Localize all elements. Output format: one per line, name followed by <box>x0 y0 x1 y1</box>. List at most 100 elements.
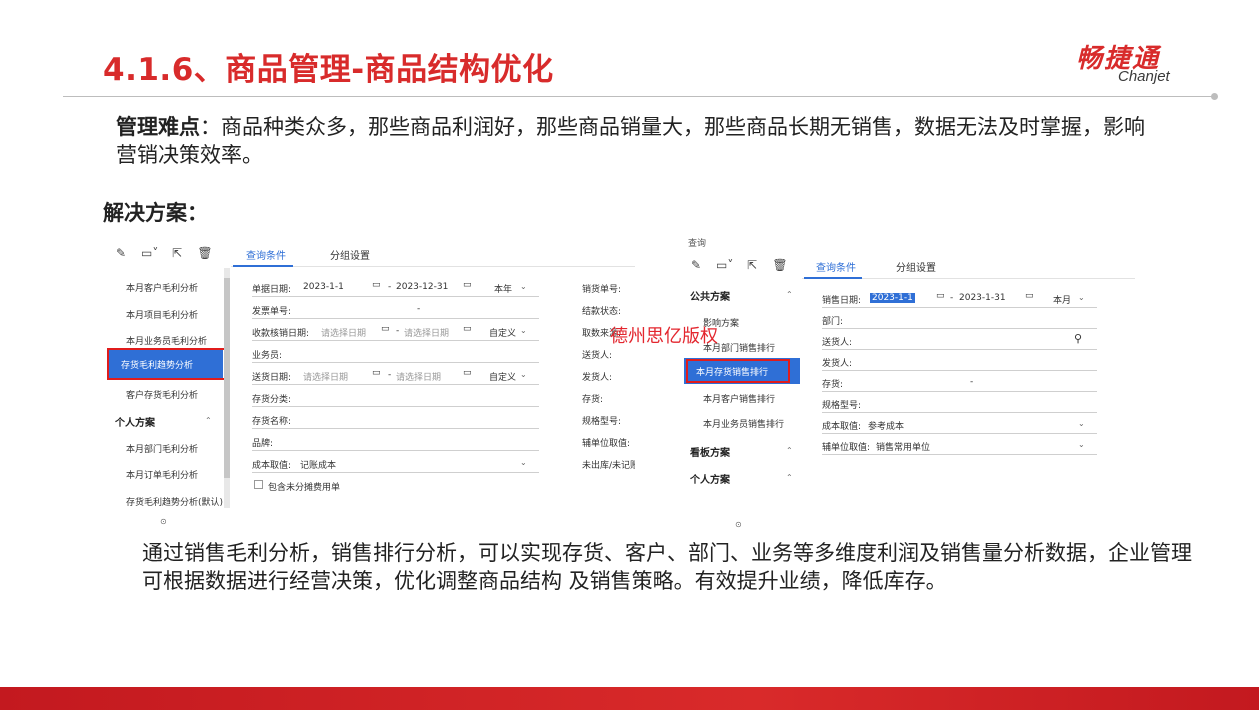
right-col-label: 存货: <box>582 395 604 405</box>
chevron-down-icon[interactable]: ⌄ <box>1078 440 1085 449</box>
collect-date-label: 收款核销日期: <box>252 329 310 339</box>
sidebar-item[interactable]: 客户存货毛利分析 <box>126 388 198 401</box>
right-col-label: 销货单号: <box>582 285 622 295</box>
deliverer-label: 送货人: <box>822 338 853 348</box>
sales-date-period[interactable]: 本月 <box>1053 293 1071 306</box>
search-icon[interactable]: ⚲ <box>1074 332 1082 345</box>
save-icon[interactable]: ▭˅ <box>716 258 733 272</box>
include-checkbox[interactable] <box>254 480 263 489</box>
inventory-label: 存货: <box>822 380 844 390</box>
field-underline <box>822 349 1097 350</box>
collect-date-from[interactable]: 请选择日期 <box>321 326 366 339</box>
tab-query[interactable]: 查询条件 <box>246 247 286 262</box>
calendar-icon[interactable]: ▭ <box>463 324 472 334</box>
sales-date-label: 销售日期: <box>822 296 862 306</box>
delivery-date-from[interactable]: 请选择日期 <box>303 370 348 383</box>
calendar-icon[interactable]: ▭ <box>463 280 472 290</box>
edit-icon[interactable]: ✎ <box>688 258 704 272</box>
chanjet-logo: 畅捷通 Chanjet <box>1072 38 1212 88</box>
right-col-label: 发货人: <box>582 373 613 383</box>
personal-plan-head[interactable]: 个人方案 <box>115 414 155 429</box>
chevron-down-icon[interactable]: ⌄ <box>1078 419 1085 428</box>
cost-value[interactable]: 参考成本 <box>868 419 904 432</box>
doc-date-to[interactable]: 2023-12-31 <box>396 282 448 292</box>
delivery-date-period[interactable]: 自定义 <box>489 370 516 383</box>
export-icon[interactable]: ⇱ <box>744 258 760 272</box>
panel-header-partial: 查询 <box>688 239 707 249</box>
personal-plan-head[interactable]: 个人方案 <box>690 471 730 486</box>
sidebar-item[interactable]: 本月业务员销售排行 <box>703 417 784 430</box>
doc-date-label: 单据日期: <box>252 285 292 295</box>
calendar-icon[interactable]: ▭ <box>372 368 381 378</box>
delivery-date-to[interactable]: 请选择日期 <box>396 370 441 383</box>
right-col-label: 规格型号: <box>582 417 622 427</box>
collect-date-period[interactable]: 自定义 <box>489 326 516 339</box>
sidebar-scroll-thumb[interactable] <box>224 278 230 478</box>
field-underline <box>822 307 1097 308</box>
collapse-bottom-icon[interactable]: ⊙ <box>735 520 742 529</box>
doc-date-from[interactable]: 2023-1-1 <box>303 282 344 292</box>
delete-icon[interactable]: 🗑 <box>772 258 788 272</box>
collapse-bottom-icon[interactable]: ⊙ <box>160 517 167 526</box>
tab-query[interactable]: 查询条件 <box>816 259 856 274</box>
board-plan-head[interactable]: 看板方案 <box>690 444 730 459</box>
collapse-icon[interactable]: ⌃ <box>205 416 212 425</box>
collect-date-sep: - <box>396 326 400 336</box>
calendar-icon[interactable]: ▭ <box>381 324 390 334</box>
sidebar-item[interactable]: 本月客户毛利分析 <box>126 281 198 294</box>
aux-value[interactable]: 销售常用单位 <box>876 440 930 453</box>
doc-date-period[interactable]: 本年 <box>494 282 512 295</box>
chevron-down-icon[interactable]: ⌄ <box>520 370 527 379</box>
sidebar-item[interactable]: 本月客户销售排行 <box>703 392 775 405</box>
header-divider <box>63 96 1213 97</box>
field-underline <box>822 370 1097 371</box>
sidebar-item[interactable]: 本月订单毛利分析 <box>126 468 198 481</box>
delivery-date-label: 送货日期: <box>252 373 292 383</box>
public-plan-head[interactable]: 公共方案 <box>690 288 730 303</box>
calendar-icon[interactable]: ▭ <box>1025 291 1034 301</box>
chevron-down-icon[interactable]: ⌄ <box>520 326 527 335</box>
cost-value[interactable]: 记账成本 <box>300 458 336 471</box>
calendar-icon[interactable]: ▭ <box>463 368 472 378</box>
delivery-date-sep: - <box>388 370 392 380</box>
sales-date-to[interactable]: 2023-1-31 <box>959 293 1006 303</box>
right-col-label: 未出库/未记账 <box>582 461 635 471</box>
collapse-icon[interactable]: ⌃ <box>786 290 793 299</box>
sidebar-item[interactable]: 本月业务员毛利分析 <box>126 334 207 347</box>
chevron-down-icon[interactable]: ⌄ <box>520 282 527 291</box>
salesman-label: 业务员: <box>252 351 283 361</box>
sales-date-from[interactable]: 2023-1-1 <box>870 293 915 303</box>
sidebar-item[interactable]: 存货毛利趋势分析(默认) <box>126 495 223 508</box>
field-underline <box>252 362 539 363</box>
inventory-name-label: 存货名称: <box>252 417 292 427</box>
field-underline <box>822 391 1097 392</box>
chevron-down-icon[interactable]: ⌄ <box>1078 293 1085 302</box>
calendar-icon[interactable]: ▭ <box>372 280 381 290</box>
export-icon[interactable]: ⇱ <box>169 246 185 260</box>
tab-group[interactable]: 分组设置 <box>896 259 936 274</box>
save-icon[interactable]: ▭˅ <box>141 246 158 260</box>
logo-text-en: Chanjet <box>1118 68 1170 85</box>
sidebar-item[interactable]: 本月项目毛利分析 <box>126 308 198 321</box>
collect-date-to[interactable]: 请选择日期 <box>404 326 449 339</box>
field-underline <box>252 340 539 341</box>
field-underline <box>252 450 539 451</box>
header-divider-dot <box>1211 93 1218 100</box>
collapse-icon[interactable]: ⌃ <box>786 446 793 455</box>
invoice-no-label: 发票单号: <box>252 307 292 317</box>
collapse-icon[interactable]: ⌃ <box>786 473 793 482</box>
calendar-icon[interactable]: ▭ <box>936 291 945 301</box>
cost-label: 成本取值: <box>822 422 862 432</box>
chevron-down-icon[interactable]: ⌄ <box>520 458 527 467</box>
tab-group[interactable]: 分组设置 <box>330 247 370 262</box>
inventory-sep: - <box>970 377 974 387</box>
edit-icon[interactable]: ✎ <box>113 246 129 260</box>
delete-icon[interactable]: 🗑 <box>197 246 213 260</box>
right-screenshot: 查询 ✎ ▭˅ ⇱ 🗑 公共方案 ⌃ 影响方案 本月部门销售排行 本月存货销售排… <box>680 232 1135 534</box>
left-screenshot: ✎ ▭˅ ⇱ 🗑 本月客户毛利分析 本月项目毛利分析 本月业务员毛利分析 存货毛… <box>105 238 635 528</box>
description-paragraph: 通过销售毛利分析，销售排行分析，可以实现存货、客户、部门、业务等多维度利润及销售… <box>142 541 1192 593</box>
right-col-label: 送货人: <box>582 351 613 361</box>
inventory-class-label: 存货分类: <box>252 395 292 405</box>
sidebar-item[interactable]: 本月部门毛利分析 <box>126 442 198 455</box>
field-underline <box>252 296 539 297</box>
